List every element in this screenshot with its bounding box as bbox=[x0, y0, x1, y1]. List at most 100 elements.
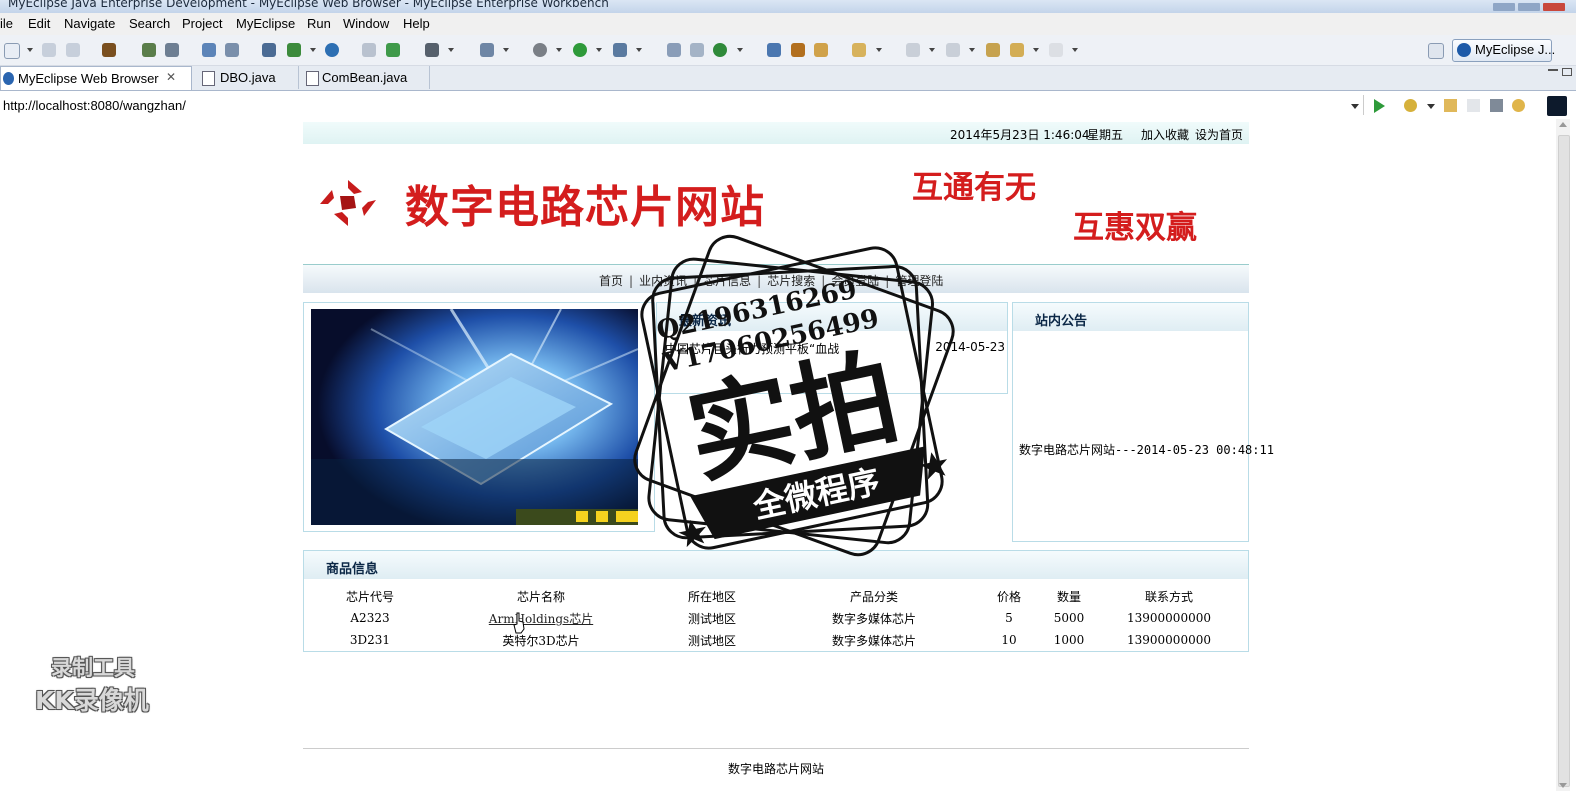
prev-annotation-icon[interactable] bbox=[946, 43, 960, 57]
maximize-view-icon[interactable] bbox=[1562, 68, 1572, 76]
cell-category: 数字多媒体芯片 bbox=[831, 633, 916, 648]
open-type-icon[interactable] bbox=[362, 43, 376, 57]
camera-icon[interactable] bbox=[425, 43, 439, 57]
tab-label: MyEclipse Web Browser bbox=[18, 71, 159, 86]
menu-file[interactable]: ile bbox=[0, 16, 13, 31]
set-homepage-link[interactable]: 设为首页 bbox=[1195, 126, 1243, 143]
col-contact: 联系方式 bbox=[1144, 589, 1193, 604]
close-window-button[interactable] bbox=[1543, 3, 1565, 11]
watermark-line-2: KK录像机 bbox=[35, 686, 149, 715]
new-project-icon[interactable] bbox=[480, 43, 494, 57]
tab-dbo-java[interactable]: DBO.java bbox=[192, 66, 299, 89]
scroll-up-icon[interactable] bbox=[1559, 122, 1567, 127]
debug-icon[interactable] bbox=[533, 43, 547, 57]
window-titlebar: MyEclipse Java Enterprise Development - … bbox=[0, 0, 1576, 13]
save-icon[interactable] bbox=[42, 43, 56, 57]
chevron-down-icon[interactable] bbox=[503, 48, 509, 52]
address-bar: http://localhost:8080/wangzhan/ bbox=[0, 93, 1576, 118]
chevron-down-icon[interactable] bbox=[876, 48, 882, 52]
new-class-icon[interactable] bbox=[386, 43, 400, 57]
chevron-down-icon[interactable] bbox=[448, 48, 454, 52]
maximize-button[interactable] bbox=[1518, 3, 1540, 11]
coverage-icon[interactable] bbox=[667, 43, 681, 57]
close-icon[interactable]: ✕ bbox=[166, 70, 176, 84]
col-chip-code: 芯片代号 bbox=[345, 589, 394, 604]
browser-icon bbox=[3, 72, 14, 85]
menu-navigate[interactable]: Navigate bbox=[64, 16, 115, 31]
refresh-icon[interactable] bbox=[1512, 99, 1525, 112]
minimize-button[interactable] bbox=[1493, 3, 1515, 11]
scroll-down-icon[interactable] bbox=[1559, 783, 1567, 788]
menu-edit[interactable]: Edit bbox=[28, 16, 50, 31]
menu-myeclipse[interactable]: MyEclipse bbox=[236, 16, 295, 31]
save-all-icon[interactable] bbox=[66, 43, 80, 57]
hand-cursor-icon bbox=[513, 612, 525, 634]
vertical-scrollbar[interactable] bbox=[1556, 119, 1570, 791]
notice-box: 站内公告 数字电路芯片网站---2014-05-23 00:48:11 bbox=[1012, 302, 1274, 542]
tab-myeclipse-web-browser[interactable]: MyEclipse Web Browser ✕ bbox=[0, 66, 192, 90]
notice-text: 数字电路芯片网站---2014-05-23 00:48:11 bbox=[1019, 443, 1274, 457]
chevron-down-icon[interactable] bbox=[636, 48, 642, 52]
forward-icon[interactable] bbox=[1049, 43, 1063, 57]
chevron-down-icon[interactable] bbox=[737, 48, 743, 52]
new-icon[interactable] bbox=[4, 43, 20, 59]
open-perspective-button-icon[interactable] bbox=[1428, 43, 1444, 59]
cell-chip-name: 英特尔3D芯片 bbox=[502, 633, 580, 648]
open-folder-icon[interactable] bbox=[852, 43, 866, 57]
run-icon[interactable] bbox=[573, 43, 587, 57]
run-server-icon[interactable] bbox=[287, 43, 301, 57]
url-history-dropdown[interactable] bbox=[1351, 104, 1359, 109]
menu-window[interactable]: Window bbox=[343, 16, 389, 31]
chevron-down-icon[interactable] bbox=[310, 48, 316, 52]
last-edit-icon[interactable] bbox=[986, 43, 1000, 57]
bookmark-icon[interactable] bbox=[1404, 99, 1417, 112]
chevron-down-icon[interactable] bbox=[27, 48, 33, 52]
cell-region: 测试地区 bbox=[687, 611, 736, 626]
bug-icon[interactable] bbox=[142, 43, 156, 57]
slogan-2: 互惠双赢 bbox=[1073, 210, 1197, 246]
refresh-icon[interactable] bbox=[713, 43, 727, 57]
url-input[interactable]: http://localhost:8080/wangzhan/ bbox=[3, 98, 186, 113]
browser-menu-icon[interactable] bbox=[1547, 96, 1567, 116]
scroll-thumb[interactable] bbox=[1558, 135, 1570, 787]
table-header-row: 芯片代号 芯片名称 所在地区 产品分类 价格 数量 联系方式 bbox=[304, 585, 1248, 607]
chevron-down-icon[interactable] bbox=[556, 48, 562, 52]
back-icon[interactable] bbox=[1010, 43, 1024, 57]
java-file-icon bbox=[202, 71, 215, 86]
next-annotation-icon[interactable] bbox=[906, 43, 920, 57]
forward-arrow-icon[interactable] bbox=[1467, 99, 1480, 112]
notice-header: 站内公告 bbox=[1013, 303, 1248, 331]
chevron-down-icon[interactable] bbox=[1427, 104, 1435, 109]
go-icon[interactable] bbox=[1374, 99, 1385, 113]
cell-contact: 13900000000 bbox=[1127, 611, 1211, 625]
search-icon[interactable] bbox=[225, 43, 239, 57]
server-icon[interactable] bbox=[165, 43, 179, 57]
product-name-link[interactable]: ArmHoldings芯片 bbox=[489, 612, 593, 626]
back-arrow-icon[interactable] bbox=[1444, 99, 1457, 112]
edit-icon[interactable] bbox=[202, 43, 216, 57]
menu-run[interactable]: Run bbox=[307, 16, 331, 31]
chevron-down-icon[interactable] bbox=[969, 48, 975, 52]
perspective-label: MyEclipse J... bbox=[1475, 42, 1556, 57]
chevron-down-icon[interactable] bbox=[1072, 48, 1078, 52]
col-category: 产品分类 bbox=[849, 589, 898, 604]
stop-icon[interactable] bbox=[1490, 99, 1503, 112]
minimize-view-icon[interactable] bbox=[1548, 69, 1558, 71]
chevron-down-icon[interactable] bbox=[596, 48, 602, 52]
menu-project[interactable]: Project bbox=[182, 16, 222, 31]
folder-icon[interactable] bbox=[814, 43, 828, 57]
perspective-switcher[interactable]: MyEclipse J... bbox=[1452, 39, 1556, 62]
add-bookmark-link[interactable]: 加入收藏 bbox=[1141, 126, 1189, 143]
pin-icon[interactable] bbox=[791, 43, 805, 57]
deploy-icon[interactable] bbox=[262, 43, 276, 57]
menu-help[interactable]: Help bbox=[403, 16, 430, 31]
grid-icon[interactable] bbox=[690, 43, 704, 57]
external-tools-icon[interactable] bbox=[613, 43, 627, 57]
chevron-down-icon[interactable] bbox=[1033, 48, 1039, 52]
chevron-down-icon[interactable] bbox=[929, 48, 935, 52]
open-perspective-icon[interactable] bbox=[767, 43, 781, 57]
tab-combean-java[interactable]: ComBean.java bbox=[299, 66, 430, 89]
globe-icon[interactable] bbox=[325, 43, 339, 57]
menu-search[interactable]: Search bbox=[129, 16, 170, 31]
package-icon[interactable] bbox=[102, 43, 116, 57]
